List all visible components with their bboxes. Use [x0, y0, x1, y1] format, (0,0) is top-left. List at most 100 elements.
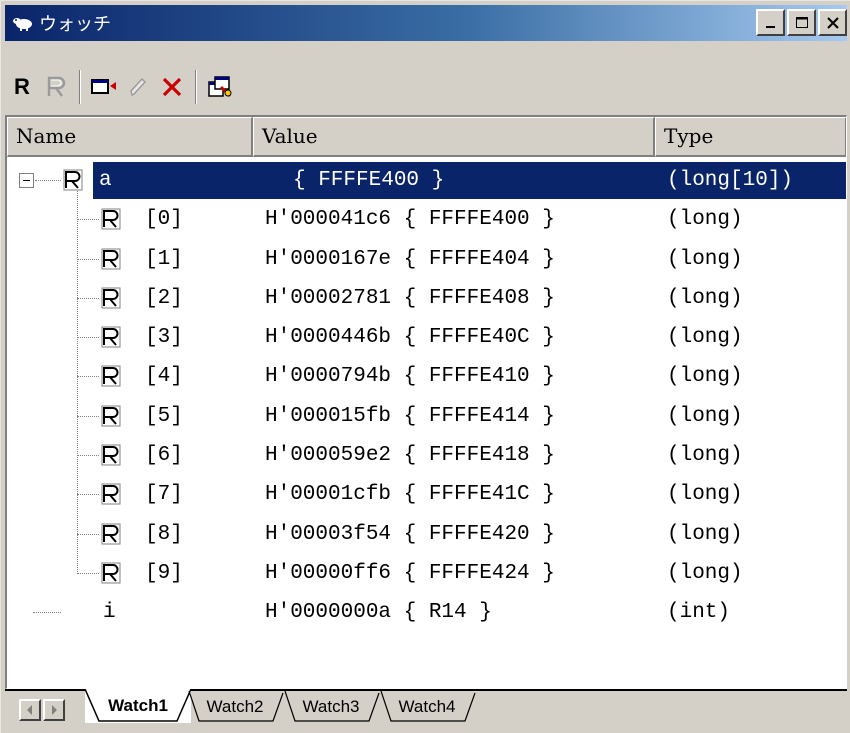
edit-button[interactable]	[121, 70, 155, 104]
row-type: (int)	[667, 601, 731, 625]
watch-window-icon	[11, 10, 37, 36]
maximize-icon	[795, 16, 808, 28]
register-icon	[101, 444, 121, 466]
register-bold-icon: R	[14, 74, 30, 99]
register-icon	[101, 326, 121, 348]
table-row[interactable]: i H'0000000a { R14 } (int)	[7, 593, 846, 632]
tab-watch1[interactable]: Watch1	[85, 689, 191, 723]
row-value: H'0000167e { FFFFE404 }	[265, 247, 555, 271]
minimize-button[interactable]	[756, 9, 785, 36]
table-row[interactable]: [9] H'00000ff6 { FFFFE424 } (long)	[7, 554, 846, 593]
register-bold-button[interactable]: R	[5, 70, 39, 104]
row-name: [4]	[145, 365, 183, 389]
tab-scroll-right-button[interactable]	[43, 699, 65, 721]
delete-button[interactable]	[155, 70, 189, 104]
table-row[interactable]: [2] H'00002781 { FFFFE408 } (long)	[7, 279, 846, 318]
table-row[interactable]: [0] H'000041c6 { FFFFE400 } (long)	[7, 200, 846, 239]
maximize-button[interactable]	[787, 9, 816, 36]
tree-line	[77, 494, 99, 496]
tab-strip: Watch1 Watch2 Watch3 Watch4	[5, 689, 847, 729]
row-value: H'00001cfb { FFFFE41C }	[265, 483, 555, 507]
register-icon	[101, 365, 121, 387]
delete-x-icon	[162, 77, 182, 97]
settings-icon	[208, 76, 232, 97]
tab-watch2[interactable]: Watch2	[185, 691, 285, 723]
row-value: H'000041c6 { FFFFE400 }	[265, 208, 555, 232]
row-type: (long)	[667, 286, 743, 310]
collapse-toggle-icon[interactable]	[19, 173, 34, 188]
register-icon	[101, 208, 121, 230]
list-header: Name Value Type	[7, 117, 846, 157]
register-gray-icon	[47, 76, 66, 97]
list-rows: a { FFFFE400 } (long[10]) [0] H'000041c6 …	[7, 161, 846, 633]
tab-label: Watch3	[302, 697, 360, 716]
row-name: [0]	[145, 208, 183, 232]
register-gray-button[interactable]	[39, 70, 73, 104]
table-row[interactable]: [8] H'00003f54 { FFFFE420 } (long)	[7, 515, 846, 554]
table-row[interactable]: [7] H'00001cfb { FFFFE41C } (long)	[7, 475, 846, 514]
row-type: (long[10])	[667, 169, 794, 192]
table-row[interactable]: [4] H'0000794b { FFFFE410 } (long)	[7, 357, 846, 396]
close-icon	[826, 16, 839, 29]
settings-button[interactable]	[203, 70, 237, 104]
edit-pencil-icon	[130, 77, 146, 97]
row-name: [7]	[145, 483, 183, 507]
row-value: H'0000446b { FFFFE40C }	[265, 326, 555, 350]
row-name: i	[103, 601, 116, 625]
row-name: [2]	[145, 286, 183, 310]
toolbar-separator	[79, 70, 81, 104]
table-row[interactable]: [3] H'0000446b { FFFFE40C } (long)	[7, 318, 846, 357]
row-value: H'000059e2 { FFFFE418 }	[265, 444, 555, 468]
close-button[interactable]	[818, 9, 847, 36]
watch-list[interactable]: Name Value Type a { FFFFE400 } (long[10]…	[5, 115, 847, 689]
tree-line	[77, 376, 99, 378]
tab-watch3[interactable]: Watch3	[281, 691, 381, 723]
toolbar: R	[5, 65, 847, 109]
tab-label: Watch1	[108, 696, 168, 715]
row-name: [5]	[145, 404, 183, 428]
tree-line	[35, 180, 61, 181]
row-value: H'00000ff6 { FFFFE424 }	[265, 561, 555, 585]
add-watch-button[interactable]	[87, 70, 121, 104]
tab-watch4[interactable]: Watch4	[377, 691, 477, 723]
row-value: H'0000000a { R14 }	[265, 601, 492, 625]
tree-line	[77, 258, 99, 260]
register-icon	[101, 287, 121, 309]
title-bar[interactable]: ウォッチ	[5, 5, 847, 41]
column-header-name[interactable]: Name	[7, 117, 253, 157]
register-icon	[101, 562, 121, 584]
row-type: (long)	[667, 522, 743, 546]
row-type: (long)	[667, 483, 743, 507]
tree-line	[77, 572, 99, 574]
row-value: H'00003f54 { FFFFE420 }	[265, 522, 555, 546]
row-type: (long)	[667, 365, 743, 389]
register-icon	[101, 405, 121, 427]
tab-scroll-left-button[interactable]	[19, 699, 41, 721]
row-name: a	[99, 169, 112, 192]
row-name: [8]	[145, 522, 183, 546]
tree-line	[77, 533, 99, 535]
row-value: H'00002781 { FFFFE408 }	[265, 286, 555, 310]
table-row[interactable]: a { FFFFE400 } (long[10])	[7, 161, 846, 200]
row-type: (long)	[667, 326, 743, 350]
row-value: { FFFFE400 }	[293, 169, 445, 192]
column-header-type[interactable]: Type	[655, 117, 846, 157]
row-name: [9]	[145, 561, 183, 585]
column-header-value[interactable]: Value	[253, 117, 655, 157]
row-value: H'000015fb { FFFFE414 }	[265, 404, 555, 428]
tree-line	[77, 297, 99, 299]
register-icon	[101, 483, 121, 505]
toolbar-separator	[195, 70, 197, 104]
row-name: [3]	[145, 326, 183, 350]
scroll-right-icon	[52, 705, 57, 715]
register-icon	[63, 169, 83, 191]
row-type: (long)	[667, 561, 743, 585]
table-row[interactable]: [1] H'0000167e { FFFFE404 } (long)	[7, 240, 846, 279]
tree-line	[77, 337, 99, 339]
table-row[interactable]: [5] H'000015fb { FFFFE414 } (long)	[7, 397, 846, 436]
minimize-icon	[765, 25, 775, 28]
tab-label: Watch2	[206, 697, 264, 716]
table-row[interactable]: [6] H'000059e2 { FFFFE418 } (long)	[7, 436, 846, 475]
register-icon	[101, 523, 121, 545]
tree-line	[77, 455, 99, 457]
